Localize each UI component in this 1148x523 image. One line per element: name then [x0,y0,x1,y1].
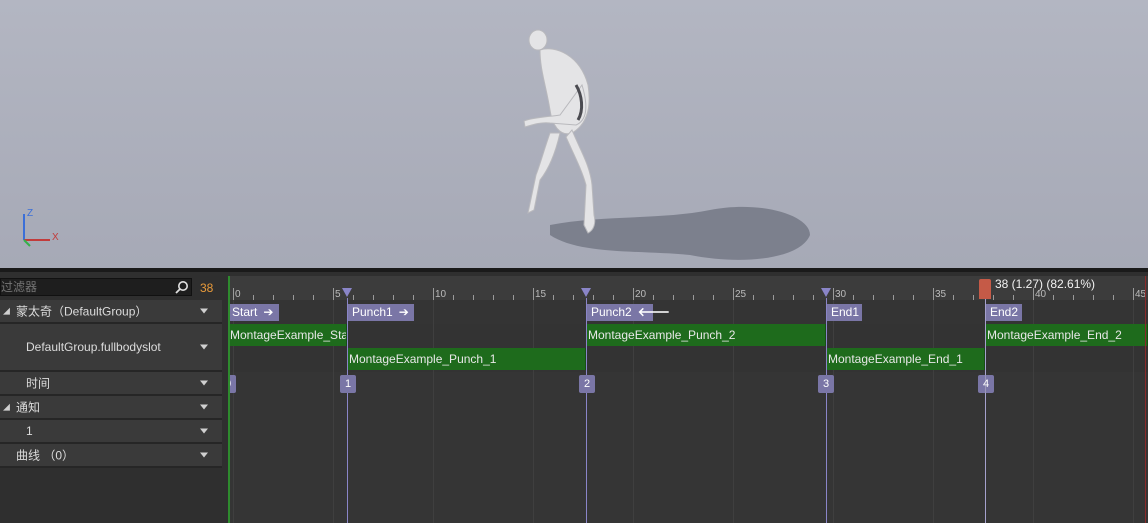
segment-punch-2[interactable]: MontageExample_Punch_2 [586,324,826,346]
ruler-tick-label: 10 [435,289,447,300]
segment-start[interactable]: MontageExample_Start [228,324,347,346]
end-marker-line [1145,276,1146,523]
viewport-divider[interactable] [0,268,1148,272]
timeline-panel[interactable]: 0 5 10 15 20 25 30 35 40 45 Start ➔ Punch1 ➔ Punch2… [228,276,1148,523]
track-label-curves: 曲线 （0） [16,448,75,463]
arrow-left-icon: 🡐 [637,305,670,319]
track-list-panel: 38 ◢ 蒙太奇（DefaultGroup） DefaultGroup.full… [0,276,224,523]
collapse-caret-icon[interactable]: ◢ [3,306,10,317]
grid-line [533,300,534,523]
playhead-line [985,294,986,523]
section-marker-icon[interactable] [581,288,591,297]
track-label-montage-group: 蒙太奇（DefaultGroup） [16,304,148,319]
section-marker-icon[interactable] [342,288,352,297]
section-label: End2 [990,305,1019,319]
chevron-down-icon[interactable] [200,308,208,314]
chevron-down-icon[interactable] [200,380,208,386]
collapse-caret-icon[interactable]: ◢ [3,402,10,413]
playhead-label: 38 (1.27) (82.61%) [995,277,1096,291]
track-row-time[interactable]: 时间 [0,372,222,396]
segment-end-1[interactable]: MontageExample_End_1 [826,348,985,370]
grid-line [433,300,434,523]
section-marker-icon[interactable] [821,288,831,297]
viewport[interactable]: Z X [0,0,1148,270]
filter-box [0,278,192,296]
track-label-notifies: 通知 [16,400,41,415]
grid-line [833,300,834,523]
ruler-tick [233,288,234,300]
current-frame-count: 38 [200,281,214,295]
playhead-handle[interactable] [979,279,991,299]
track-label-notify-1: 1 [26,424,33,438]
ruler-tick [933,288,934,300]
segment-punch-1[interactable]: MontageExample_Punch_1 [347,348,586,370]
timeline-band-notifies [228,396,1148,523]
track-label-slot: DefaultGroup.fullbodyslot [26,340,161,354]
segment-end-2[interactable]: MontageExample_End_2 [985,324,1148,346]
ruler-tick [733,288,734,300]
time-marker[interactable]: 2 [579,375,595,393]
section-punch1[interactable]: Punch1 ➔ [348,304,414,321]
ruler-tick-label: 0 [235,289,241,300]
track-row-slot[interactable]: DefaultGroup.fullbodyslot [0,324,222,372]
track-row-notifies[interactable]: ◢ 通知 [0,396,222,420]
arrow-right-icon: ➔ [263,305,274,319]
search-icon[interactable] [174,280,190,294]
chevron-down-icon[interactable] [200,404,208,410]
section-label: Start [232,305,258,319]
track-row-montage-group[interactable]: ◢ 蒙太奇（DefaultGroup） [0,300,222,324]
ruler-tick-label: 30 [835,289,847,300]
ruler-tick-label: 25 [735,289,747,300]
timeline-band-time [228,372,1148,396]
section-end1[interactable]: End1 [827,304,862,321]
filter-input[interactable] [1,279,171,295]
ruler-tick [333,288,334,300]
section-label: End1 [831,305,860,319]
section-punch2[interactable]: Punch2 🡐 [587,304,670,321]
ruler-tick-label: 35 [935,289,947,300]
track-row-notify-1[interactable]: 1 [0,420,222,444]
section-boundary-line [347,298,348,523]
ruler-tick [433,288,434,300]
ruler-tick [1133,288,1134,300]
section-boundary-line [826,298,827,523]
section-end2[interactable]: End2 [986,304,1022,321]
ruler-tick-label: 20 [635,289,647,300]
section-label: Punch1 [352,305,393,319]
ruler-tick-label: 15 [535,289,547,300]
arrow-right-icon: ➔ [398,305,409,319]
chevron-down-icon[interactable] [200,344,208,350]
grid-line [933,300,934,523]
track-row-curves[interactable]: 曲线 （0） [0,444,222,468]
axis-gizmo: Z X [14,206,74,252]
ruler-tick [833,288,834,300]
track-label-time: 时间 [26,376,51,391]
section-label: Punch2 [591,305,632,319]
chevron-down-icon[interactable] [200,452,208,458]
time-marker[interactable]: 3 [818,375,834,393]
gizmo-x-label: X [52,232,59,243]
mannequin-character[interactable] [510,25,630,245]
filter-row: 38 [0,276,224,298]
ruler-tick [633,288,634,300]
ruler-tick-label: 5 [335,289,341,300]
section-boundary-line [586,298,587,523]
gizmo-z-label: Z [27,208,34,219]
time-marker[interactable]: 1 [340,375,356,393]
time-marker[interactable]: 4 [978,375,994,393]
chevron-down-icon[interactable] [200,428,208,434]
ruler-tick [533,288,534,300]
start-marker-line [228,276,230,523]
section-start[interactable]: Start ➔ [228,304,279,321]
